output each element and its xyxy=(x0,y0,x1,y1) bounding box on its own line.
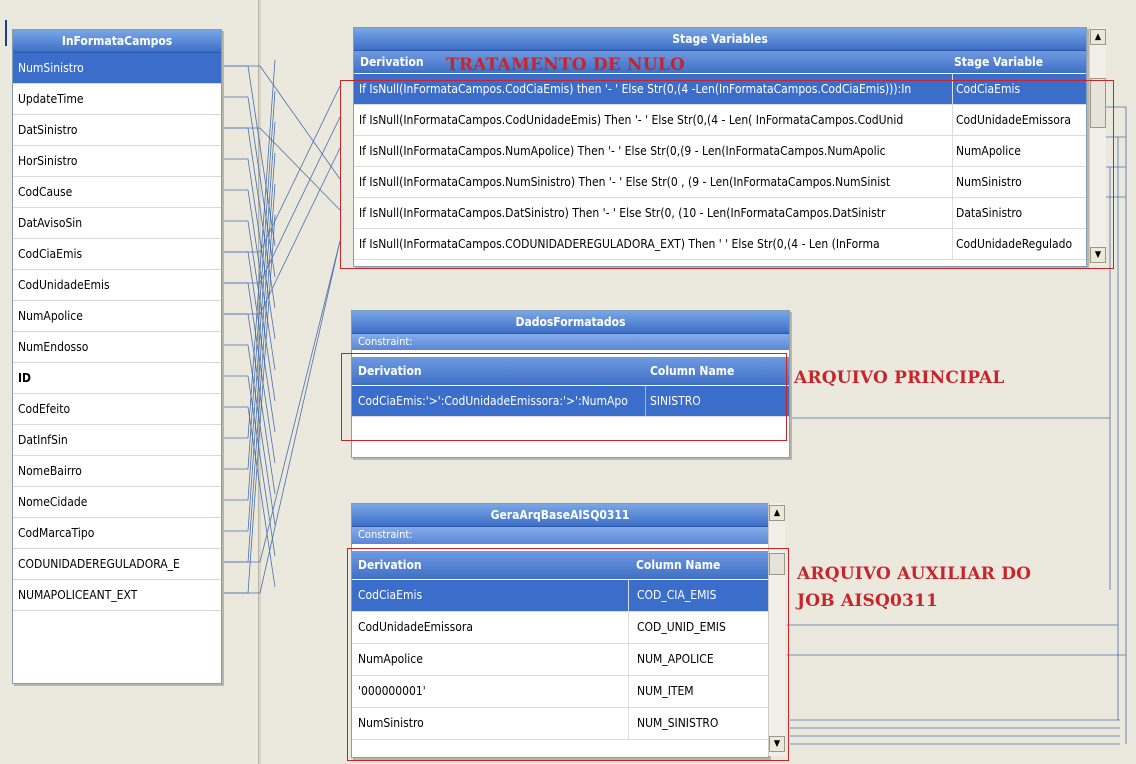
scroll-thumb[interactable] xyxy=(1090,78,1106,128)
pane-splitter[interactable] xyxy=(258,0,261,764)
stage-variable-row[interactable]: If IsNull(InFormataCampos.CODUNIDADEREGU… xyxy=(354,229,1086,260)
derivation-cell[interactable]: If IsNull(InFormataCampos.NumApolice) Th… xyxy=(359,136,949,166)
stage-variable-column-header[interactable]: Stage Variable xyxy=(954,51,1043,73)
input-link-title: InFormataCampos xyxy=(13,30,221,53)
derivation-cell[interactable]: CodCiaEmis:'>':CodUnidadeEmissora:'>':Nu… xyxy=(358,386,644,416)
input-field-row[interactable]: NumSinistro xyxy=(13,53,221,84)
stage-variables-scrollbar[interactable]: ▲ ▼ xyxy=(1089,27,1106,265)
input-field-row[interactable]: CodEfeito xyxy=(13,394,221,425)
column-name-cell[interactable]: COD_UNID_EMIS xyxy=(628,612,768,643)
dados-row[interactable]: CodCiaEmis:'>':CodUnidadeEmissora:'>':Nu… xyxy=(352,386,789,417)
input-field-row[interactable]: NUMAPOLICEANT_EXT xyxy=(13,580,221,611)
gera-row[interactable]: CodUnidadeEmissora COD_UNID_EMIS xyxy=(352,612,768,644)
scroll-up-icon[interactable]: ▲ xyxy=(769,505,785,521)
stage-variable-row[interactable]: If IsNull(InFormataCampos.CodCiaEmis) th… xyxy=(354,74,1086,105)
dados-rows: CodCiaEmis:'>':CodUnidadeEmissora:'>':Nu… xyxy=(352,386,789,417)
input-field-row[interactable]: CodCiaEmis xyxy=(13,239,221,270)
constraint-bar[interactable]: Constraint: xyxy=(352,334,789,351)
column-name-cell[interactable]: NUM_APOLICE xyxy=(628,644,768,675)
gera-header: Derivation Column Name xyxy=(352,551,768,580)
input-field-row[interactable]: NomeCidade xyxy=(13,487,221,518)
dados-formatados-title: DadosFormatados xyxy=(352,311,789,334)
gera-rows: CodCiaEmis COD_CIA_EMIS CodUnidadeEmissora… xyxy=(352,580,768,740)
constraint-bar[interactable]: Constraint: xyxy=(352,527,768,545)
annotation-nulo: TRATAMENTO DE NULO xyxy=(446,55,685,75)
gera-row[interactable]: NumSinistro NUM_SINISTRO xyxy=(352,708,768,740)
dados-header: Derivation Column Name xyxy=(352,357,789,386)
scroll-thumb[interactable] xyxy=(769,553,785,575)
derivation-cell[interactable]: If IsNull(InFormataCampos.CodCiaEmis) th… xyxy=(359,74,949,104)
derivation-cell[interactable]: '000000001' xyxy=(358,676,626,707)
column-name-header[interactable]: Column Name xyxy=(650,357,734,385)
canvas-marker xyxy=(5,20,7,46)
scroll-down-icon[interactable]: ▼ xyxy=(1090,247,1106,263)
input-field-row[interactable]: ID xyxy=(13,363,221,394)
gera-arq-table: GeraArqBaseAISQ0311 Constraint: Derivati… xyxy=(351,503,769,758)
stage-variable-cell[interactable]: NumApolice xyxy=(952,136,1086,166)
column-name-cell[interactable]: COD_CIA_EMIS xyxy=(628,580,768,611)
annotation-auxiliar-line1: ARQUIVO AUXILIAR DO xyxy=(797,564,1032,584)
stage-variable-row[interactable]: If IsNull(InFormataCampos.CodUnidadeEmis… xyxy=(354,105,1086,136)
derivation-column-header[interactable]: Derivation xyxy=(358,357,422,385)
input-field-row[interactable]: CodCause xyxy=(13,177,221,208)
column-name-cell[interactable]: NUM_ITEM xyxy=(628,676,768,707)
scroll-up-icon[interactable]: ▲ xyxy=(1090,29,1106,45)
input-field-row[interactable]: DatSinistro xyxy=(13,115,221,146)
stage-variable-cell[interactable]: CodUnidadeRegulado xyxy=(952,229,1086,259)
derivation-cell[interactable]: NumSinistro xyxy=(358,708,626,739)
gera-row[interactable]: CodCiaEmis COD_CIA_EMIS xyxy=(352,580,768,612)
scroll-down-icon[interactable]: ▼ xyxy=(769,736,785,752)
gera-arq-title: GeraArqBaseAISQ0311 xyxy=(352,504,768,527)
dados-formatados-table: DadosFormatados Constraint: Derivation C… xyxy=(351,310,790,458)
annotation-auxiliar-line2: JOB AISQ0311 xyxy=(797,591,939,611)
gera-row[interactable]: '000000001' NUM_ITEM xyxy=(352,676,768,708)
derivation-cell[interactable]: If IsNull(InFormataCampos.NumSinistro) T… xyxy=(359,167,949,197)
column-name-header[interactable]: Column Name xyxy=(636,551,720,579)
gera-arq-scrollbar[interactable]: ▲ ▼ xyxy=(768,503,785,756)
input-field-row[interactable]: CODUNIDADEREGULADORA_E xyxy=(13,549,221,580)
stage-variable-cell[interactable]: NumSinistro xyxy=(952,167,1086,197)
stage-variable-cell[interactable]: CodUnidadeEmissora xyxy=(952,105,1086,135)
derivation-cell[interactable]: NumApolice xyxy=(358,644,626,675)
input-field-row[interactable]: DatInfSin xyxy=(13,425,221,456)
input-field-row[interactable]: CodUnidadeEmis xyxy=(13,270,221,301)
stage-variable-cell[interactable]: CodCiaEmis xyxy=(952,74,1086,104)
stage-variables-rows: If IsNull(InFormataCampos.CodCiaEmis) th… xyxy=(354,74,1086,260)
input-field-row[interactable]: NumApolice xyxy=(13,301,221,332)
input-field-row[interactable]: UpdateTime xyxy=(13,84,221,115)
input-link-table: InFormataCampos NumSinistro UpdateTime Dat… xyxy=(12,29,222,684)
stage-variable-row[interactable]: If IsNull(InFormataCampos.NumSinistro) T… xyxy=(354,167,1086,198)
column-name-cell[interactable]: SINISTRO xyxy=(645,386,789,416)
gera-row[interactable]: NumApolice NUM_APOLICE xyxy=(352,644,768,676)
input-field-row[interactable]: CodMarcaTipo xyxy=(13,518,221,549)
derivation-column-header[interactable]: Derivation xyxy=(358,551,422,579)
derivation-cell[interactable]: If IsNull(InFormataCampos.DatSinistro) T… xyxy=(359,198,949,228)
derivation-cell[interactable]: CodUnidadeEmissora xyxy=(358,612,626,643)
stage-variable-cell[interactable]: DataSinistro xyxy=(952,198,1086,228)
derivation-cell[interactable]: CodCiaEmis xyxy=(358,580,626,611)
annotation-principal: ARQUIVO PRINCIPAL xyxy=(794,368,1005,388)
stage-variable-row[interactable]: If IsNull(InFormataCampos.DatSinistro) T… xyxy=(354,198,1086,229)
derivation-cell[interactable]: If IsNull(InFormataCampos.CodUnidadeEmis… xyxy=(359,105,949,135)
derivation-cell[interactable]: If IsNull(InFormataCampos.CODUNIDADEREGU… xyxy=(359,229,949,259)
column-name-cell[interactable]: NUM_SINISTRO xyxy=(628,708,768,739)
stage-variable-row[interactable]: If IsNull(InFormataCampos.NumApolice) Th… xyxy=(354,136,1086,167)
derivation-column-header[interactable]: Derivation xyxy=(360,51,424,73)
stage-variables-title: Stage Variables xyxy=(354,28,1086,51)
input-field-row[interactable]: DatAvisoSin xyxy=(13,208,221,239)
input-field-list: NumSinistro UpdateTime DatSinistro HorSinis… xyxy=(13,53,221,611)
input-field-row[interactable]: NomeBairro xyxy=(13,456,221,487)
input-field-row[interactable]: HorSinistro xyxy=(13,146,221,177)
input-field-row[interactable]: NumEndosso xyxy=(13,332,221,363)
